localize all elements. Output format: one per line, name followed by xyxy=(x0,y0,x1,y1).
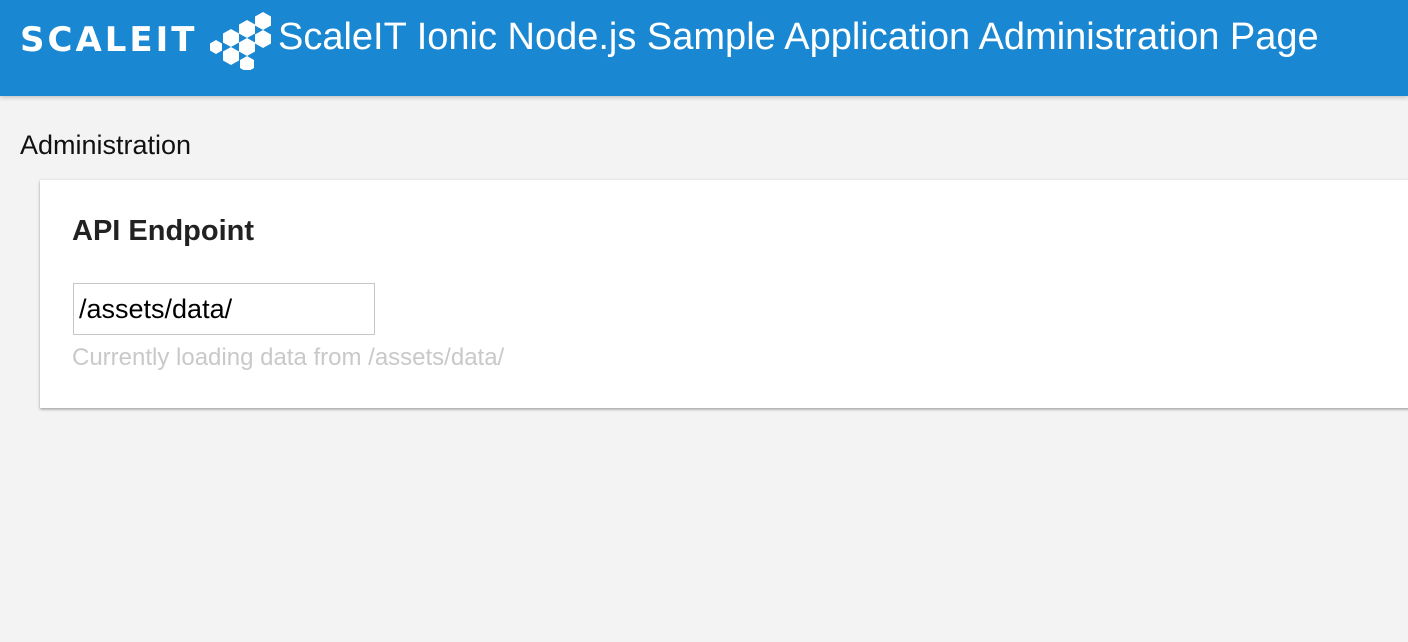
scaleit-logo: SCALEIT xyxy=(20,10,282,70)
logo-text: SCALEIT xyxy=(20,20,198,60)
page-title: Administration xyxy=(20,130,192,160)
api-endpoint-card: API Endpoint Currently loading data from… xyxy=(40,180,1408,408)
app-header: SCALEIT ScaleIT Ionic Node.js Sample App… xyxy=(0,0,1408,96)
endpoint-helper-text: Currently loading data from /assets/data… xyxy=(72,344,505,371)
hexagon-cluster-icon xyxy=(209,12,271,70)
api-endpoint-input[interactable] xyxy=(73,283,375,335)
app-title: ScaleIT Ionic Node.js Sample Application… xyxy=(278,16,1319,58)
card-title: API Endpoint xyxy=(72,215,255,247)
